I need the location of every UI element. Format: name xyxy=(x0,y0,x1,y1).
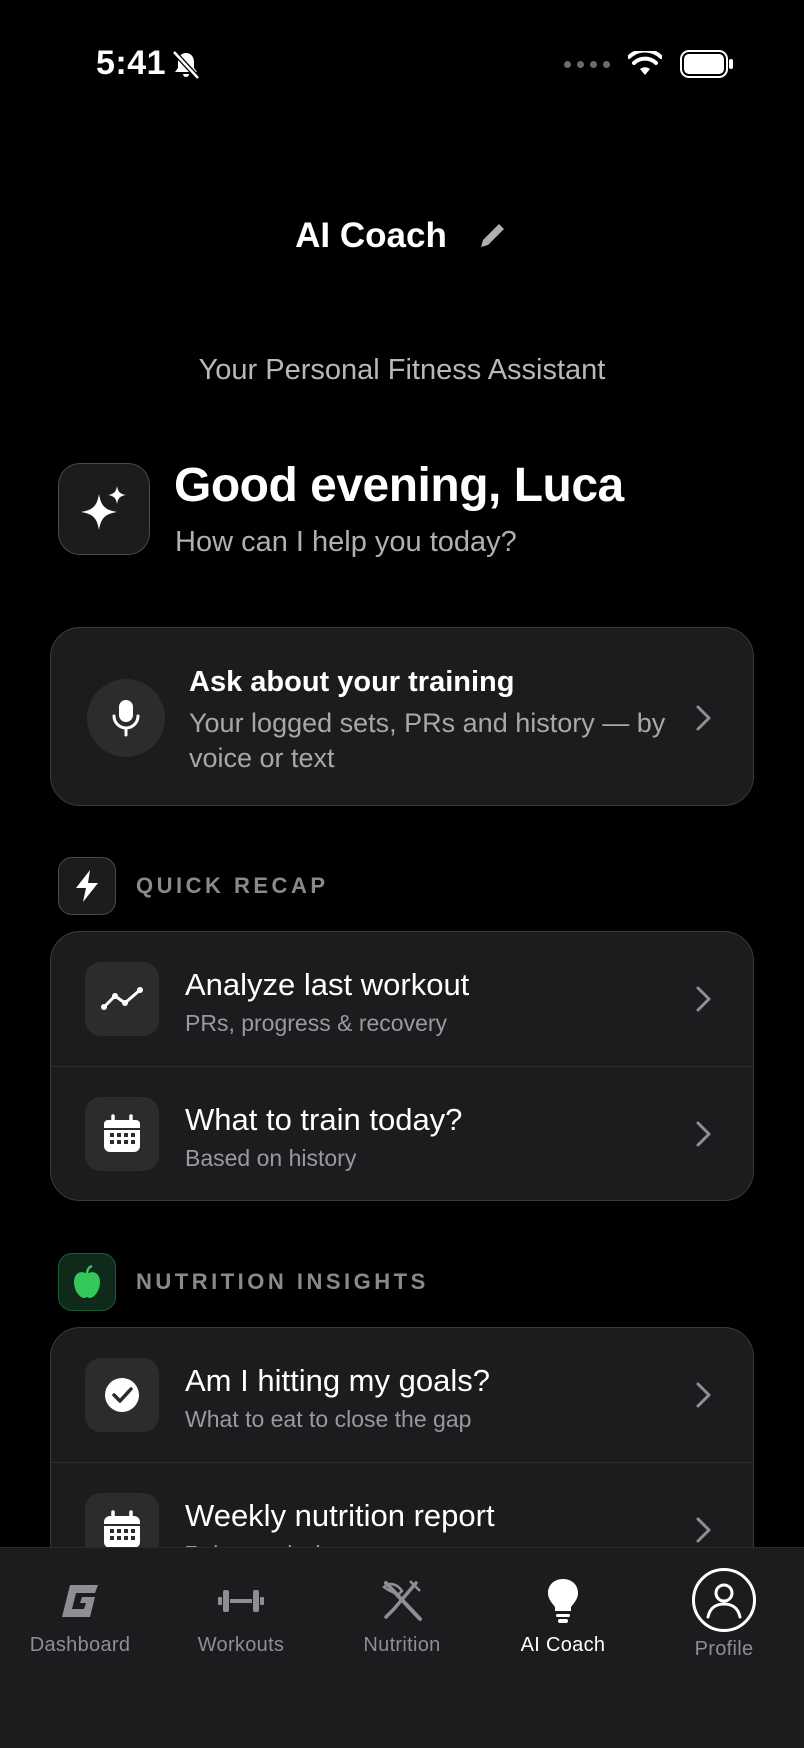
page-title: AI Coach xyxy=(295,216,447,255)
checkmark-circle-icon xyxy=(85,1358,159,1432)
tab-label: Nutrition xyxy=(363,1634,441,1656)
bell-off-icon xyxy=(172,50,200,80)
list-item-title: Am I hitting my goals? xyxy=(185,1363,490,1398)
quick-recap-card: Analyze last workout PRs, progress & rec… xyxy=(50,931,754,1201)
wifi-icon xyxy=(628,51,662,75)
list-item[interactable]: What to train today? Based on history xyxy=(51,1066,753,1200)
chevron-right-icon xyxy=(696,705,711,731)
chevron-right-icon xyxy=(696,1382,711,1408)
signal-dots-icon xyxy=(564,60,610,68)
tab-ai-coach[interactable]: AI Coach xyxy=(483,1548,643,1688)
ask-training-card[interactable]: Ask about your training Your logged sets… xyxy=(50,627,754,806)
person-icon xyxy=(692,1568,756,1632)
ask-card-title: Ask about your training xyxy=(189,666,515,698)
status-time: 5:41 xyxy=(96,44,167,82)
tab-label: Profile xyxy=(694,1638,754,1660)
chevron-right-icon xyxy=(696,986,711,1012)
tab-label: Dashboard xyxy=(29,1634,131,1656)
section-label: NUTRITION INSIGHTS xyxy=(136,1269,429,1294)
list-item-title: Analyze last workout xyxy=(185,967,470,1002)
tab-nutrition[interactable]: Nutrition xyxy=(322,1548,482,1688)
chevron-right-icon xyxy=(696,1517,711,1543)
page-subtitle: Your Personal Fitness Assistant xyxy=(198,354,606,386)
tab-label: AI Coach xyxy=(520,1634,606,1656)
list-item[interactable]: Analyze last workout PRs, progress & rec… xyxy=(51,932,753,1066)
greeting-title: Good evening, Luca xyxy=(174,459,624,512)
list-item-title: Weekly nutrition report xyxy=(185,1498,495,1533)
header: AI Coach xyxy=(0,216,804,256)
lightning-icon xyxy=(58,857,116,915)
quick-recap-header: QUICK RECAP xyxy=(58,857,329,915)
list-item-subtitle: Based on history xyxy=(185,1145,357,1171)
calendar-icon xyxy=(85,1097,159,1171)
sparkles-icon xyxy=(58,463,150,555)
chevron-right-icon xyxy=(696,1121,711,1147)
list-item-subtitle: PRs, progress & recovery xyxy=(185,1010,448,1036)
battery-icon xyxy=(680,50,733,78)
greeting-subtitle: How can I help you today? xyxy=(175,526,517,558)
list-item[interactable]: Am I hitting my goals? What to eat to cl… xyxy=(51,1328,753,1462)
list-item-title: What to train today? xyxy=(185,1102,463,1137)
edit-icon[interactable] xyxy=(475,219,509,253)
tab-dashboard[interactable]: Dashboard xyxy=(0,1548,160,1688)
tab-bar: Dashboard Workouts Nutrition AI Coach Pr… xyxy=(0,1547,804,1748)
ask-card-description: Your logged sets, PRs and history — by v… xyxy=(189,708,666,773)
microphone-icon xyxy=(87,679,165,757)
lightbulb-icon xyxy=(540,1578,586,1624)
fork-knife-icon xyxy=(379,1578,425,1624)
list-item-subtitle: What to eat to close the gap xyxy=(185,1406,472,1432)
logo-g-icon xyxy=(57,1578,103,1624)
trend-line-icon xyxy=(85,962,159,1036)
nutrition-insights-header: NUTRITION INSIGHTS xyxy=(58,1253,429,1311)
tab-workouts[interactable]: Workouts xyxy=(161,1548,321,1688)
section-label: QUICK RECAP xyxy=(136,873,329,898)
dumbbell-icon xyxy=(218,1578,264,1624)
tab-profile[interactable]: Profile xyxy=(644,1548,804,1688)
status-indicators xyxy=(564,50,734,78)
apple-icon xyxy=(58,1253,116,1311)
tab-label: Workouts xyxy=(197,1634,285,1656)
status-bar: 5:41 xyxy=(0,0,804,130)
